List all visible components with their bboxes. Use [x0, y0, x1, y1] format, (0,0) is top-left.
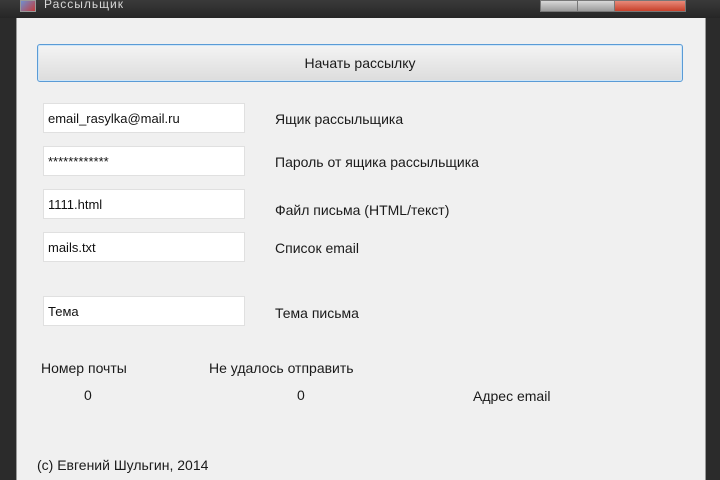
email-address-label: Адрес email [473, 388, 551, 404]
email-list-label: Список email [275, 240, 359, 256]
minimize-button[interactable] [540, 0, 578, 12]
mail-number-label: Номер почты [41, 360, 127, 376]
main-form: Начать рассылку Ящик рассыльщика Пароль … [16, 18, 706, 480]
sender-password-label: Пароль от ящика рассыльщика [275, 154, 479, 170]
maximize-button[interactable] [577, 0, 615, 12]
failed-label: Не удалось отправить [209, 360, 354, 376]
copyright-footer: (с) Евгений Шульгин, 2014 [37, 457, 209, 473]
sender-password-input[interactable] [43, 146, 245, 176]
sender-email-input[interactable] [43, 103, 245, 133]
sender-email-label: Ящик рассыльщика [275, 111, 404, 127]
window-title: Рассыльщик [44, 0, 124, 11]
subject-label: Тема письма [275, 305, 359, 321]
close-button[interactable] [614, 0, 686, 12]
letter-file-input[interactable] [43, 189, 245, 219]
failed-value: 0 [297, 387, 305, 403]
start-mailing-button[interactable]: Начать рассылку [37, 44, 683, 82]
letter-file-label: Файл письма (HTML/текст) [275, 202, 450, 218]
title-bar: Рассыльщик [0, 0, 720, 18]
app-icon [20, 0, 36, 12]
mail-number-value: 0 [84, 387, 92, 403]
email-list-input[interactable] [43, 232, 245, 262]
subject-input[interactable] [43, 296, 245, 326]
